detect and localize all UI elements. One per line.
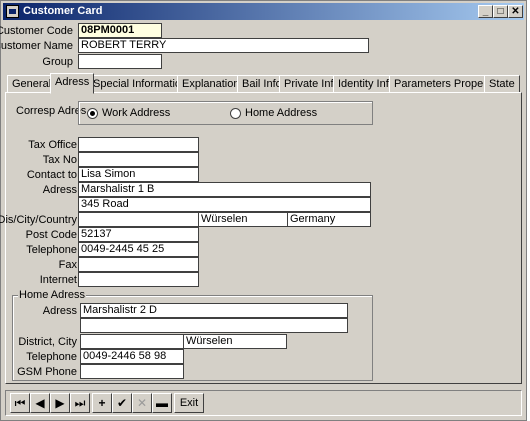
home-adress-title: Home Adress <box>18 289 87 301</box>
customer-name-label: Customer Name <box>0 40 73 52</box>
fax-field[interactable] <box>78 257 199 272</box>
telephone-field[interactable]: 0049-2445 45 25 <box>78 242 199 257</box>
home-address-radio[interactable] <box>230 108 241 119</box>
add-record-button[interactable]: + <box>92 393 112 413</box>
home-district-city-label: District, City <box>18 336 77 348</box>
gsm-phone-field[interactable] <box>80 364 184 379</box>
close-button[interactable]: ✕ <box>508 5 523 18</box>
corresp-adres-label: Corresp Adres <box>16 105 87 117</box>
next-record-button[interactable]: ▶ <box>50 393 70 413</box>
group-label: Group <box>42 56 73 68</box>
internet-field[interactable] <box>78 272 199 287</box>
tax-office-label: Tax Office <box>28 139 77 151</box>
district-field[interactable] <box>78 212 199 227</box>
app-icon <box>6 5 19 18</box>
customer-code-label: Customer Code <box>0 25 73 37</box>
adress-label: Adress <box>42 184 77 196</box>
post-record-button[interactable]: ✔ <box>112 393 132 413</box>
contact-to-label: Contact to <box>26 169 77 181</box>
prev-record-button[interactable]: ◀ <box>30 393 50 413</box>
internet-label: Internet <box>39 274 77 286</box>
home-district-field[interactable] <box>80 334 184 349</box>
customer-code-field[interactable]: 08PM0001 <box>78 23 162 38</box>
tab-state[interactable]: State <box>484 75 520 93</box>
title-bar: Customer Card _ □ ✕ <box>3 3 524 20</box>
tab-adress[interactable]: Adress <box>50 73 95 94</box>
work-address-radio[interactable] <box>87 108 98 119</box>
tax-no-field[interactable] <box>78 152 199 167</box>
group-field[interactable] <box>78 54 162 69</box>
contact-to-field[interactable]: Lisa Simon <box>78 167 199 182</box>
exit-button[interactable]: Exit <box>174 393 204 413</box>
customer-name-field[interactable]: ROBERT TERRY <box>78 38 369 53</box>
first-record-button[interactable]: ⏮ <box>10 393 30 413</box>
navigator-toolbar: ⏮ ◀ ▶ ⏭ + ✔ ✕ ▬ Exit <box>5 390 522 416</box>
home-adress-label: Adress <box>42 305 77 317</box>
maximize-button[interactable]: □ <box>493 5 508 18</box>
fax-label: Fax <box>58 259 77 271</box>
post-code-label: Post Code <box>25 229 77 241</box>
adress-line2-field[interactable]: 345 Road <box>78 197 371 212</box>
home-telephone-label: Telephone <box>26 351 77 363</box>
post-code-field[interactable]: 52137 <box>78 227 199 242</box>
adress-panel: Corresp Adres Work Address Home Address … <box>0 92 522 384</box>
corresp-adres-group: Work Address Home Address <box>78 101 373 125</box>
gsm-phone-label: GSM Phone <box>17 366 77 378</box>
city-field[interactable]: Würselen <box>198 212 288 227</box>
tab-control: General Adress Special Informations Expl… <box>0 73 522 384</box>
tax-no-label: Tax No <box>42 154 77 166</box>
home-telephone-field[interactable]: 0049-2446 58 98 <box>80 349 184 364</box>
dis-city-country-label: Dis/City/Country <box>0 214 77 226</box>
window-title: Customer Card <box>23 5 103 17</box>
delete-record-button[interactable]: ▬ <box>152 393 172 413</box>
last-record-button[interactable]: ⏭ <box>70 393 90 413</box>
home-adress-line1-field[interactable]: Marshalistr 2 D <box>80 303 348 318</box>
home-adress-line2-field[interactable] <box>80 318 348 333</box>
tab-general[interactable]: General <box>7 75 57 93</box>
cancel-edit-button[interactable]: ✕ <box>132 393 152 413</box>
telephone-label: Telephone <box>26 244 77 256</box>
minimize-button[interactable]: _ <box>478 5 493 18</box>
adress-line1-field[interactable]: Marshalistr 1 B <box>78 182 371 197</box>
home-address-label[interactable]: Home Address <box>245 107 317 119</box>
tax-office-field[interactable] <box>78 137 199 152</box>
country-field[interactable]: Germany <box>287 212 371 227</box>
home-city-field[interactable]: Würselen <box>183 334 287 349</box>
customer-card-window: Customer Card _ □ ✕ Customer Code 08PM00… <box>0 0 527 421</box>
work-address-label[interactable]: Work Address <box>102 107 170 119</box>
